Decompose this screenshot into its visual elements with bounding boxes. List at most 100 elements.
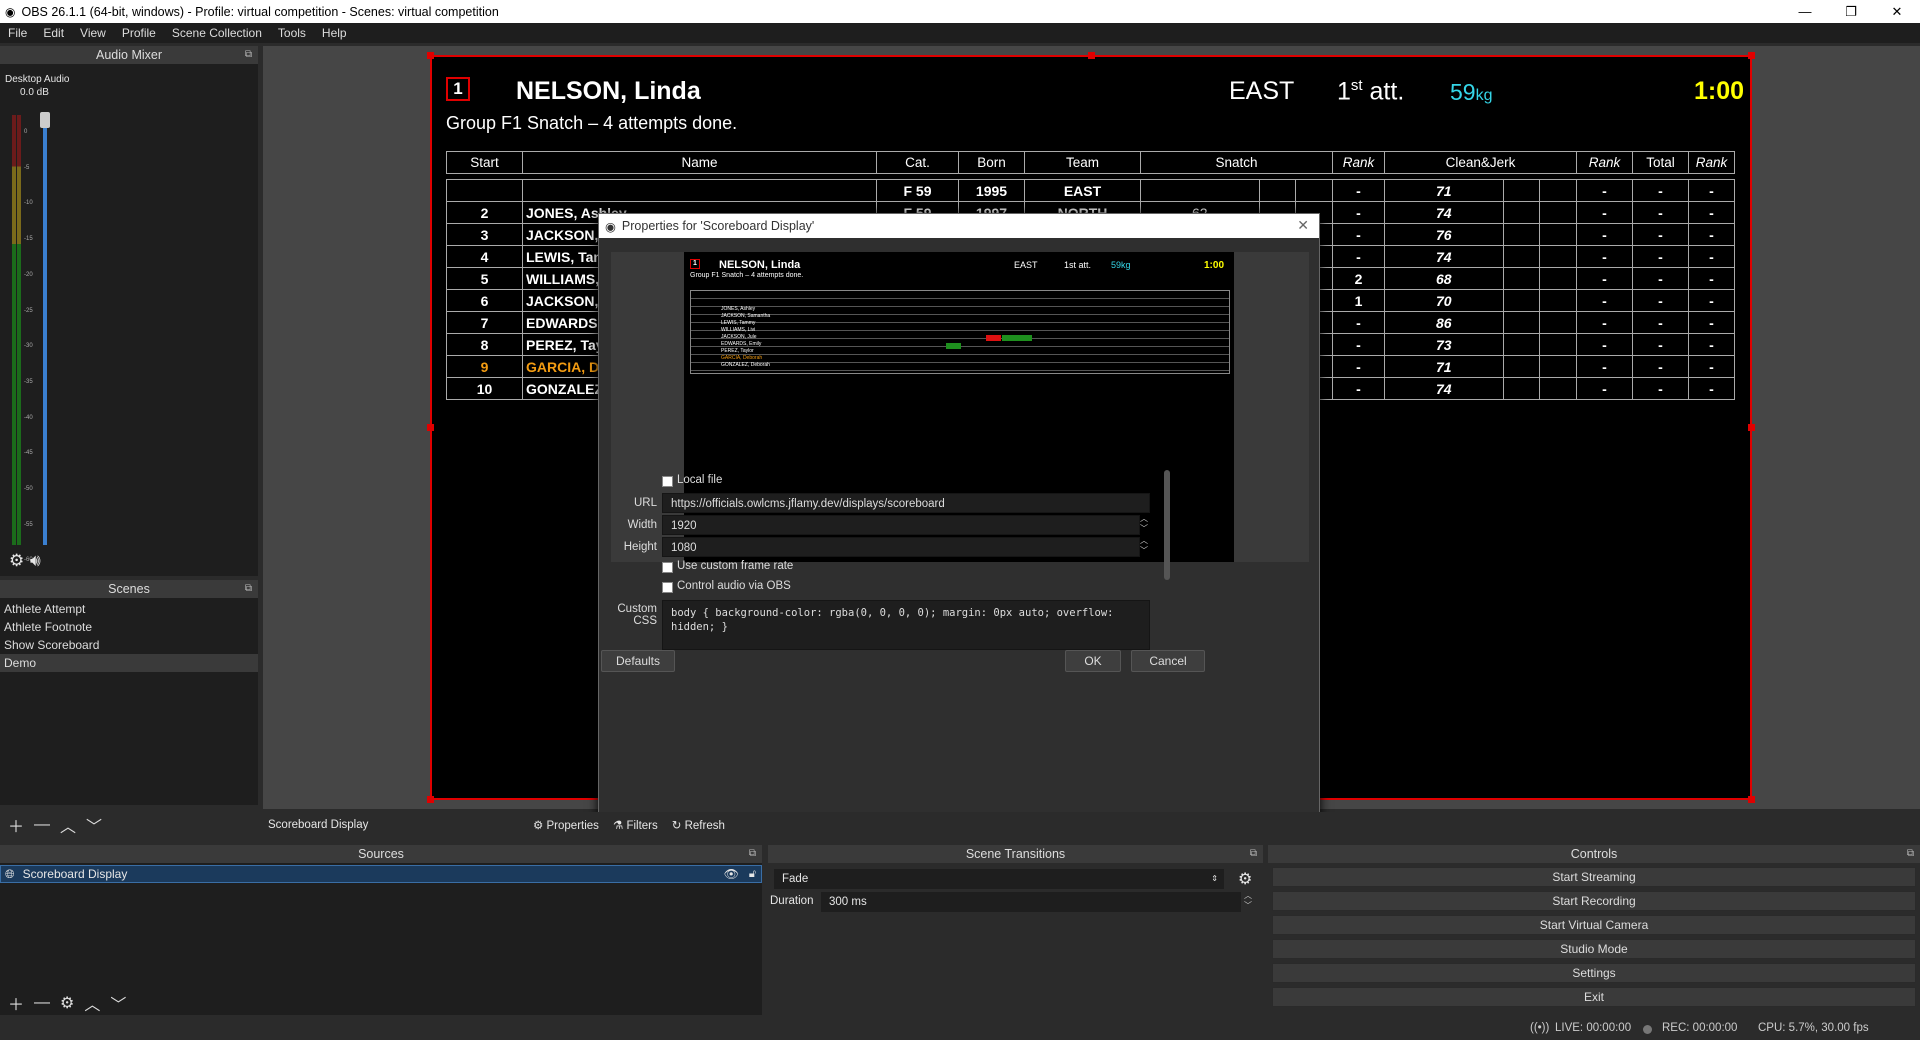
scoreboard-cell: 7: [446, 311, 523, 334]
duration-input[interactable]: 300 ms: [821, 892, 1241, 912]
col-header: Start: [446, 151, 523, 174]
dialog-scrollbar[interactable]: [1164, 470, 1170, 580]
transition-settings-icon[interactable]: ⚙: [1238, 869, 1252, 889]
live-timer: LIVE: 00:00:00: [1555, 1022, 1632, 1034]
menu-edit[interactable]: Edit: [35, 26, 72, 40]
resize-handle[interactable]: [427, 424, 434, 431]
scenes-toolbar: ＋ — ︿ ﹀: [0, 810, 258, 840]
controls-title: Controls: [1570, 847, 1618, 861]
height-spinner[interactable]: ︿ ﹀: [1140, 536, 1148, 556]
menu-scene-collection[interactable]: Scene Collection: [164, 26, 270, 40]
thumb-table: JONES, Ashley JACKSON, Samantha LEWIS, Tam…: [690, 290, 1230, 374]
filter-icon: ⚗: [612, 820, 624, 832]
scoreboard-cell: -: [1632, 333, 1689, 356]
undock-icon[interactable]: ⧉: [245, 46, 252, 64]
remove-scene-icon[interactable]: —: [34, 816, 50, 834]
globe-icon: 🌐︎: [5, 866, 15, 881]
scoreboard-cell: 74: [1384, 377, 1504, 400]
scoreboard-cell: EAST: [1024, 179, 1141, 202]
resize-handle[interactable]: [1748, 52, 1755, 59]
add-scene-icon[interactable]: ＋: [8, 813, 24, 837]
scene-item[interactable]: Athlete Footnote: [0, 618, 258, 636]
remove-source-icon[interactable]: —: [34, 994, 50, 1012]
scoreboard-cell: 3: [446, 223, 523, 246]
menu-profile[interactable]: Profile: [114, 26, 164, 40]
menu-view[interactable]: View: [72, 26, 114, 40]
undock-icon[interactable]: ⧉: [1250, 845, 1257, 863]
selected-source-label: Scoreboard Display: [268, 819, 369, 831]
scoreboard-cell: 6: [446, 289, 523, 312]
duration-spinner[interactable]: ︿ ﹀: [1244, 891, 1252, 911]
scoreboard-cell: -: [1332, 179, 1385, 202]
visibility-eye-icon[interactable]: 👁︎: [724, 867, 739, 881]
menu-help[interactable]: Help: [314, 26, 355, 40]
scoreboard-cell: 5: [446, 267, 523, 290]
settings-button[interactable]: Settings: [1272, 963, 1916, 983]
exit-button[interactable]: Exit: [1272, 987, 1916, 1007]
col-header: Team: [1024, 151, 1141, 174]
menu-tools[interactable]: Tools: [270, 26, 314, 40]
custom-fps-checkbox[interactable]: [662, 562, 673, 573]
lock-icon[interactable]: 🔓︎: [749, 868, 756, 881]
height-input[interactable]: 1080: [662, 537, 1140, 557]
source-settings-icon[interactable]: ⚙: [60, 993, 74, 1013]
undock-icon[interactable]: ⧉: [1907, 845, 1914, 863]
status-bar: ((•)) LIVE: 00:00:00 REC: 00:00:00 CPU: …: [0, 1018, 1920, 1040]
properties-button[interactable]: ⚙ Properties: [533, 818, 599, 832]
scene-item[interactable]: Show Scoreboard: [0, 636, 258, 654]
scoreboard-cell: -: [1632, 267, 1689, 290]
thumb-attempt: 1st att.: [1064, 260, 1092, 270]
scoreboard-cell: -: [1576, 333, 1633, 356]
thumb-athlete: NELSON, Linda: [719, 259, 801, 271]
start-virtual-camera-button[interactable]: Start Virtual Camera: [1272, 915, 1916, 935]
menu-file[interactable]: File: [0, 26, 35, 40]
start-streaming-button[interactable]: Start Streaming: [1272, 867, 1916, 887]
volume-slider-track[interactable]: [43, 115, 47, 545]
audio-mixer-dock: Audio Mixer ⧉ Desktop Audio 0.0 dB 0 -5 -10…: [0, 46, 258, 590]
scoreboard-cell: [1539, 355, 1577, 378]
mute-speaker-icon[interactable]: 🔊︎: [30, 551, 41, 571]
refresh-icon: ↻: [671, 820, 682, 832]
move-down-icon[interactable]: ﹀: [110, 991, 126, 1015]
scoreboard-cell: [1258, 179, 1297, 202]
resize-handle[interactable]: [1088, 52, 1095, 59]
scene-item[interactable]: Athlete Attempt: [0, 600, 258, 618]
resize-handle[interactable]: [427, 796, 434, 803]
volume-slider-handle[interactable]: [40, 112, 50, 128]
close-window-button[interactable]: ✕: [1874, 0, 1920, 23]
studio-mode-button[interactable]: Studio Mode: [1272, 939, 1916, 959]
defaults-button[interactable]: Defaults: [601, 650, 675, 672]
move-up-icon[interactable]: ︿: [60, 813, 76, 837]
start-recording-button[interactable]: Start Recording: [1272, 891, 1916, 911]
mixer-settings-icon[interactable]: ⚙: [9, 551, 24, 571]
refresh-button[interactable]: ↻ Refresh: [672, 818, 725, 832]
undock-icon[interactable]: ⧉: [749, 845, 756, 863]
ok-button[interactable]: OK: [1065, 650, 1121, 672]
move-up-icon[interactable]: ︿: [84, 991, 100, 1015]
source-item[interactable]: 🌐︎ Scoreboard Display 👁︎ 🔓︎: [0, 865, 762, 883]
scoreboard-header-row: Start Name Cat. Born Team Snatch Rank Cl…: [446, 151, 1735, 174]
resize-handle[interactable]: [1748, 796, 1755, 803]
minimize-button[interactable]: —: [1782, 0, 1828, 23]
undock-icon[interactable]: ⧉: [245, 580, 252, 598]
transition-select[interactable]: Fade ⇕: [774, 869, 1224, 889]
maximize-button[interactable]: ❐: [1828, 0, 1874, 23]
scoreboard-cell: 74: [1384, 201, 1504, 224]
control-audio-checkbox[interactable]: [662, 582, 673, 593]
scene-item-selected[interactable]: Demo: [0, 654, 258, 672]
cancel-button[interactable]: Cancel: [1131, 650, 1205, 672]
scoreboard-cell: 74: [1384, 245, 1504, 268]
resize-handle[interactable]: [1748, 424, 1755, 431]
move-down-icon[interactable]: ﹀: [86, 813, 102, 837]
width-input[interactable]: 1920: [662, 515, 1140, 535]
custom-css-textarea[interactable]: body { background-color: rgba(0, 0, 0, 0…: [662, 600, 1150, 650]
local-file-checkbox[interactable]: [662, 476, 673, 487]
dialog-close-icon[interactable]: ✕: [1297, 217, 1309, 234]
resize-handle[interactable]: [427, 52, 434, 59]
scoreboard-cell: -: [1688, 311, 1735, 334]
scoreboard-cell: -: [1576, 267, 1633, 290]
width-spinner[interactable]: ︿ ﹀: [1140, 514, 1148, 534]
url-input[interactable]: https://officials.owlcms.jflamy.dev/disp…: [662, 493, 1150, 513]
filters-button[interactable]: ⚗ Filters: [613, 818, 658, 832]
add-source-icon[interactable]: ＋: [8, 991, 24, 1015]
